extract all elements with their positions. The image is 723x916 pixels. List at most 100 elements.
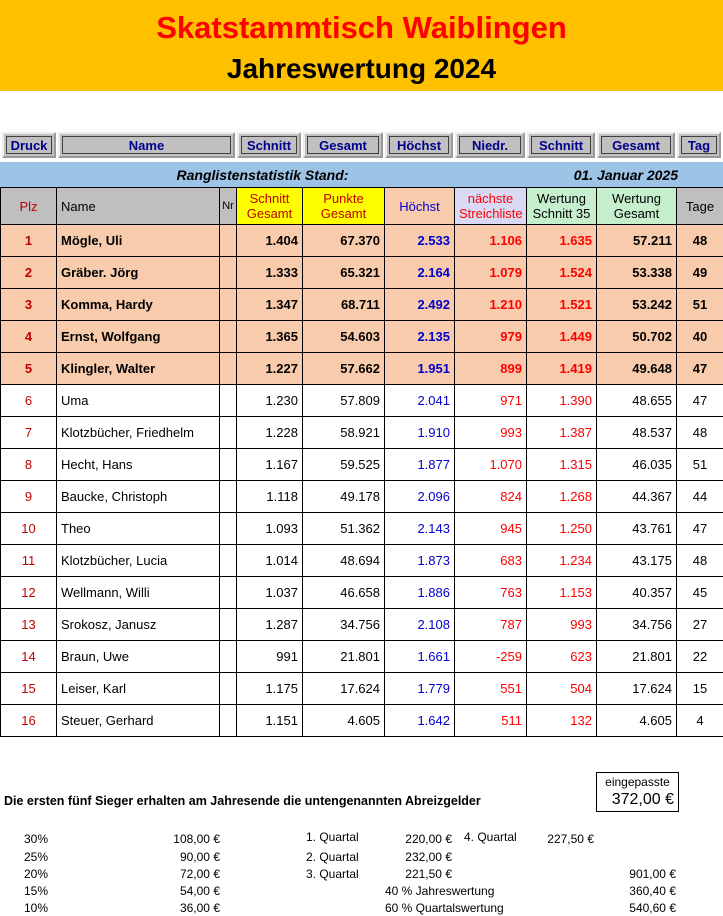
cell-schnitt: 1.333 — [236, 256, 303, 289]
cell-streichliste: 683 — [454, 544, 527, 577]
cell-punkte: 17.624 — [302, 672, 385, 705]
cell-streichliste: 551 — [454, 672, 527, 705]
cell-name: Klotzbücher, Friedhelm — [56, 416, 220, 449]
cell-tage: 15 — [676, 672, 723, 705]
cell-tage: 40 — [676, 320, 723, 353]
cell-plz: 6 — [0, 384, 57, 417]
header-name: Name — [56, 187, 220, 225]
cell-streichliste: 511 — [454, 704, 527, 737]
cell-hoechst: 1.779 — [384, 672, 455, 705]
cell-wertung-gesamt: 4.605 — [596, 704, 677, 737]
cell-wertung-schnitt: 1.524 — [526, 256, 597, 289]
cell-name: Ernst, Wolfgang — [56, 320, 220, 353]
cell-streichliste: -259 — [454, 640, 527, 673]
sort-schnitt-button[interactable]: Schnitt — [237, 132, 301, 158]
sort-name-button[interactable]: Name — [58, 132, 235, 158]
cell-wertung-schnitt: 623 — [526, 640, 597, 673]
sort-hoechst-button[interactable]: Höchst — [385, 132, 453, 158]
cell-schnitt: 1.037 — [236, 576, 303, 609]
cell-name: Baucke, Christoph — [56, 480, 220, 513]
cell-hoechst: 1.910 — [384, 416, 455, 449]
cell-schnitt: 1.227 — [236, 352, 303, 385]
cell-plz: 4 — [0, 320, 57, 353]
cell-name: Hecht, Hans — [56, 448, 220, 481]
cell-plz: 13 — [0, 608, 57, 641]
sort-wertung-schnitt-button[interactable]: Schnitt — [527, 132, 595, 158]
cell-punkte: 67.370 — [302, 224, 385, 257]
cell-nr — [219, 352, 237, 385]
table-row: 7 Klotzbücher, Friedhelm 1.228 58.921 1.910 9… — [0, 416, 723, 449]
table-row: 1 Mögle, Uli 1.404 67.370 2.533 1.106 1.635 57.… — [0, 224, 723, 257]
cell-wertung-schnitt: 1.635 — [526, 224, 597, 257]
cell-name: Braun, Uwe — [56, 640, 220, 673]
header-hoechst: Höchst — [384, 187, 455, 225]
cell-nr — [219, 224, 237, 257]
cell-wertung-gesamt: 50.702 — [596, 320, 677, 353]
cell-name: Srokosz, Janusz — [56, 608, 220, 641]
cell-plz: 11 — [0, 544, 57, 577]
quartal-2-value: 232,00 € — [405, 850, 452, 864]
cell-name: Steuer, Gerhard — [56, 704, 220, 737]
cell-schnitt: 1.365 — [236, 320, 303, 353]
cell-hoechst: 2.492 — [384, 288, 455, 321]
cell-wertung-schnitt: 504 — [526, 672, 597, 705]
eingepasste-label: eingepasste — [605, 775, 670, 789]
cell-schnitt: 1.167 — [236, 448, 303, 481]
cell-wertung-gesamt: 53.338 — [596, 256, 677, 289]
cell-punkte: 57.662 — [302, 352, 385, 385]
cell-wertung-gesamt: 48.655 — [596, 384, 677, 417]
sort-wertung-gesamt-button[interactable]: Gesamt — [597, 132, 675, 158]
table-row: 5 Klingler, Walter 1.227 57.662 1.951 899 1.41… — [0, 352, 723, 385]
cell-nr — [219, 704, 237, 737]
cell-punkte: 65.321 — [302, 256, 385, 289]
cell-wertung-gesamt: 53.242 — [596, 288, 677, 321]
table-row: 15 Leiser, Karl 1.175 17.624 1.779 551 504 17.6… — [0, 672, 723, 705]
cell-hoechst: 1.642 — [384, 704, 455, 737]
header-plz: Plz — [0, 187, 57, 225]
table-row: 10 Theo 1.093 51.362 2.143 945 1.250 43.761 47 — [0, 512, 723, 545]
spreadsheet: Skatstammtisch Waiblingen Jahreswertung … — [0, 0, 723, 916]
cell-wertung-gesamt: 43.761 — [596, 512, 677, 545]
quartal-1-value: 220,00 € — [405, 832, 452, 846]
cell-plz: 5 — [0, 352, 57, 385]
cell-hoechst: 1.951 — [384, 352, 455, 385]
cell-nr — [219, 320, 237, 353]
cell-hoechst: 2.041 — [384, 384, 455, 417]
cell-name: Wellmann, Willi — [56, 576, 220, 609]
cell-tage: 49 — [676, 256, 723, 289]
total-value: 901,00 € — [629, 867, 676, 881]
cell-wertung-schnitt: 1.234 — [526, 544, 597, 577]
cell-wertung-gesamt: 40.357 — [596, 576, 677, 609]
cell-tage: 44 — [676, 480, 723, 513]
cell-streichliste: 971 — [454, 384, 527, 417]
quartalswertung-value: 540,60 € — [629, 901, 676, 915]
table-row: 16 Steuer, Gerhard 1.151 4.605 1.642 511 132 4.… — [0, 704, 723, 737]
print-button[interactable]: Druck — [2, 132, 56, 158]
cell-name: Theo — [56, 512, 220, 545]
cell-tage: 22 — [676, 640, 723, 673]
cell-nr — [219, 576, 237, 609]
cell-name: Klotzbücher, Lucia — [56, 544, 220, 577]
table-row: 13 Srokosz, Janusz 1.287 34.756 2.108 787 993 3… — [0, 608, 723, 641]
cell-punkte: 4.605 — [302, 704, 385, 737]
cell-punkte: 68.711 — [302, 288, 385, 321]
table-row: 4 Ernst, Wolfgang 1.365 54.603 2.135 979 1.449… — [0, 320, 723, 353]
quartal-1-label: 1. Quartal — [306, 830, 359, 844]
footer-section: eingepasste 372,00 € Die ersten fünf Sie… — [0, 770, 723, 916]
cell-schnitt: 1.093 — [236, 512, 303, 545]
sort-gesamt-button[interactable]: Gesamt — [303, 132, 383, 158]
cell-wertung-gesamt: 43.175 — [596, 544, 677, 577]
cell-hoechst: 2.143 — [384, 512, 455, 545]
sort-tag-button[interactable]: Tag — [677, 132, 721, 158]
payout-note: Die ersten fünf Sieger erhalten am Jahre… — [4, 794, 481, 808]
cell-tage: 4 — [676, 704, 723, 737]
cell-plz: 15 — [0, 672, 57, 705]
sort-button-bar: Druck Name Schnitt Gesamt Höchst Niedr. … — [0, 130, 723, 160]
cell-hoechst: 2.135 — [384, 320, 455, 353]
sort-niedrigst-button[interactable]: Niedr. — [455, 132, 525, 158]
cell-streichliste: 993 — [454, 416, 527, 449]
cell-punkte: 54.603 — [302, 320, 385, 353]
cell-schnitt: 1.230 — [236, 384, 303, 417]
cell-punkte: 46.658 — [302, 576, 385, 609]
cell-hoechst: 2.108 — [384, 608, 455, 641]
